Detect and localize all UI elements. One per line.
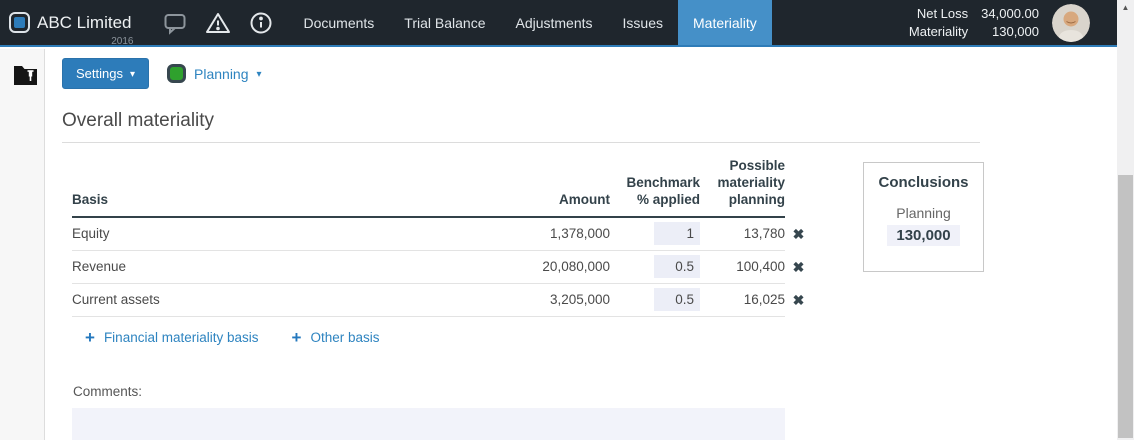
amount-cell: 3,205,000 [392,284,610,317]
col-header-benchmark-text: Benchmark % applied [622,175,700,209]
nav-item-documents[interactable]: Documents [288,0,389,45]
navbar-icon-group [162,10,274,36]
table-row: Revenue 20,080,000 0.5 100,400 ✖ [72,251,812,284]
nav-item-issues[interactable]: Issues [608,0,678,45]
materiality-table: Basis Amount Benchmark % applied Possibl… [72,158,812,317]
settings-button-label: Settings [76,66,123,81]
delete-row-button[interactable]: ✖ [793,227,805,241]
add-basis-links: + Financial materiality basis + Other ba… [85,329,379,346]
col-header-amount: Amount [392,192,610,218]
comments-icon[interactable] [162,10,188,36]
planning-status-icon [167,64,186,83]
basis-cell: Current assets [72,284,392,317]
scrollbar-thumb[interactable] [1118,175,1133,438]
col-header-actions [785,211,812,218]
col-header-amount-text: Amount [559,192,610,209]
benchmark-cell: 1 [610,218,700,251]
benchmark-cell: 0.5 [610,284,700,317]
conclusions-title: Conclusions [864,174,983,191]
vertical-scrollbar[interactable]: ▲ [1117,0,1134,440]
col-header-possible-text: Possible materiality planning [707,158,785,209]
warning-icon[interactable] [205,10,231,36]
stat-value: 130,000 [981,24,1039,39]
benchmark-input[interactable]: 0.5 [654,255,700,278]
add-link-label: Financial materiality basis [104,330,259,345]
plus-icon: + [85,329,95,346]
nav-item-adjustments[interactable]: Adjustments [500,0,607,45]
amount-cell: 1,378,000 [392,218,610,251]
delete-row-button[interactable]: ✖ [793,260,805,274]
pinned-folder-icon[interactable] [13,62,38,86]
app-window: ABC Limited 2016 [0,0,1134,440]
conclusions-planning-value: 130,000 [887,225,959,246]
stat-value: 34,000.00 [981,6,1039,21]
actions-cell: ✖ [785,218,812,251]
logo-inner-square [14,17,25,28]
possible-cell: 13,780 [700,218,785,251]
add-financial-materiality-basis-link[interactable]: + Financial materiality basis [85,329,259,346]
comments-input[interactable] [72,408,785,440]
conclusions-planning-label: Planning [864,205,983,221]
col-header-possible: Possible materiality planning [700,158,785,218]
basis-cell: Equity [72,218,392,251]
nav-item-materiality[interactable]: Materiality [678,0,772,45]
info-icon[interactable] [248,10,274,36]
add-link-label: Other basis [310,330,379,345]
nav-item-trial-balance[interactable]: Trial Balance [389,0,500,45]
actions-cell: ✖ [785,284,812,317]
company-selector[interactable]: ABC Limited 2016 [37,13,135,33]
main-nav: Documents Trial Balance Adjustments Issu… [288,0,771,45]
amount-cell: 20,080,000 [392,251,610,284]
basis-cell: Revenue [72,251,392,284]
table-row: Equity 1,378,000 1 13,780 ✖ [72,218,812,251]
page-title: Overall materiality [62,110,980,143]
company-logo-icon[interactable] [9,12,30,33]
benchmark-input[interactable]: 1 [654,222,700,245]
delete-row-button[interactable]: ✖ [793,293,805,307]
actions-cell: ✖ [785,251,812,284]
col-header-basis: Basis [72,192,392,218]
col-header-benchmark: Benchmark % applied [610,175,700,218]
settings-button[interactable]: Settings ▾ [62,58,149,89]
planning-dropdown-label: Planning [194,66,249,82]
top-navbar: ABC Limited 2016 [0,0,1134,47]
scrollbar-up-arrow[interactable]: ▲ [1117,3,1134,12]
possible-cell: 16,025 [700,284,785,317]
possible-cell: 100,400 [700,251,785,284]
conclusions-panel: Conclusions Planning 130,000 [863,162,984,272]
table-header-row: Basis Amount Benchmark % applied Possibl… [72,158,812,218]
stat-label: Materiality [909,24,968,39]
comments-label: Comments: [73,384,142,399]
navbar-right: Net Loss 34,000.00 Materiality 130,000 [909,4,1090,42]
chevron-down-icon: ▾ [130,70,135,80]
engagement-stats: Net Loss 34,000.00 Materiality 130,000 [909,6,1039,39]
table-row: Current assets 3,205,000 0.5 16,025 ✖ [72,284,812,317]
left-sidebar-rail [0,49,45,440]
plus-icon: + [292,329,302,346]
chevron-down-icon: ▾ [257,70,262,80]
company-name: ABC Limited [37,13,131,33]
add-other-basis-link[interactable]: + Other basis [292,329,380,346]
engagement-year: 2016 [111,36,133,47]
user-avatar[interactable] [1052,4,1090,42]
materiality-toolbar: Settings ▾ Planning ▾ [62,58,262,89]
benchmark-input[interactable]: 0.5 [654,288,700,311]
benchmark-cell: 0.5 [610,251,700,284]
stat-label: Net Loss [909,6,968,21]
planning-dropdown[interactable]: Planning ▾ [167,64,262,83]
